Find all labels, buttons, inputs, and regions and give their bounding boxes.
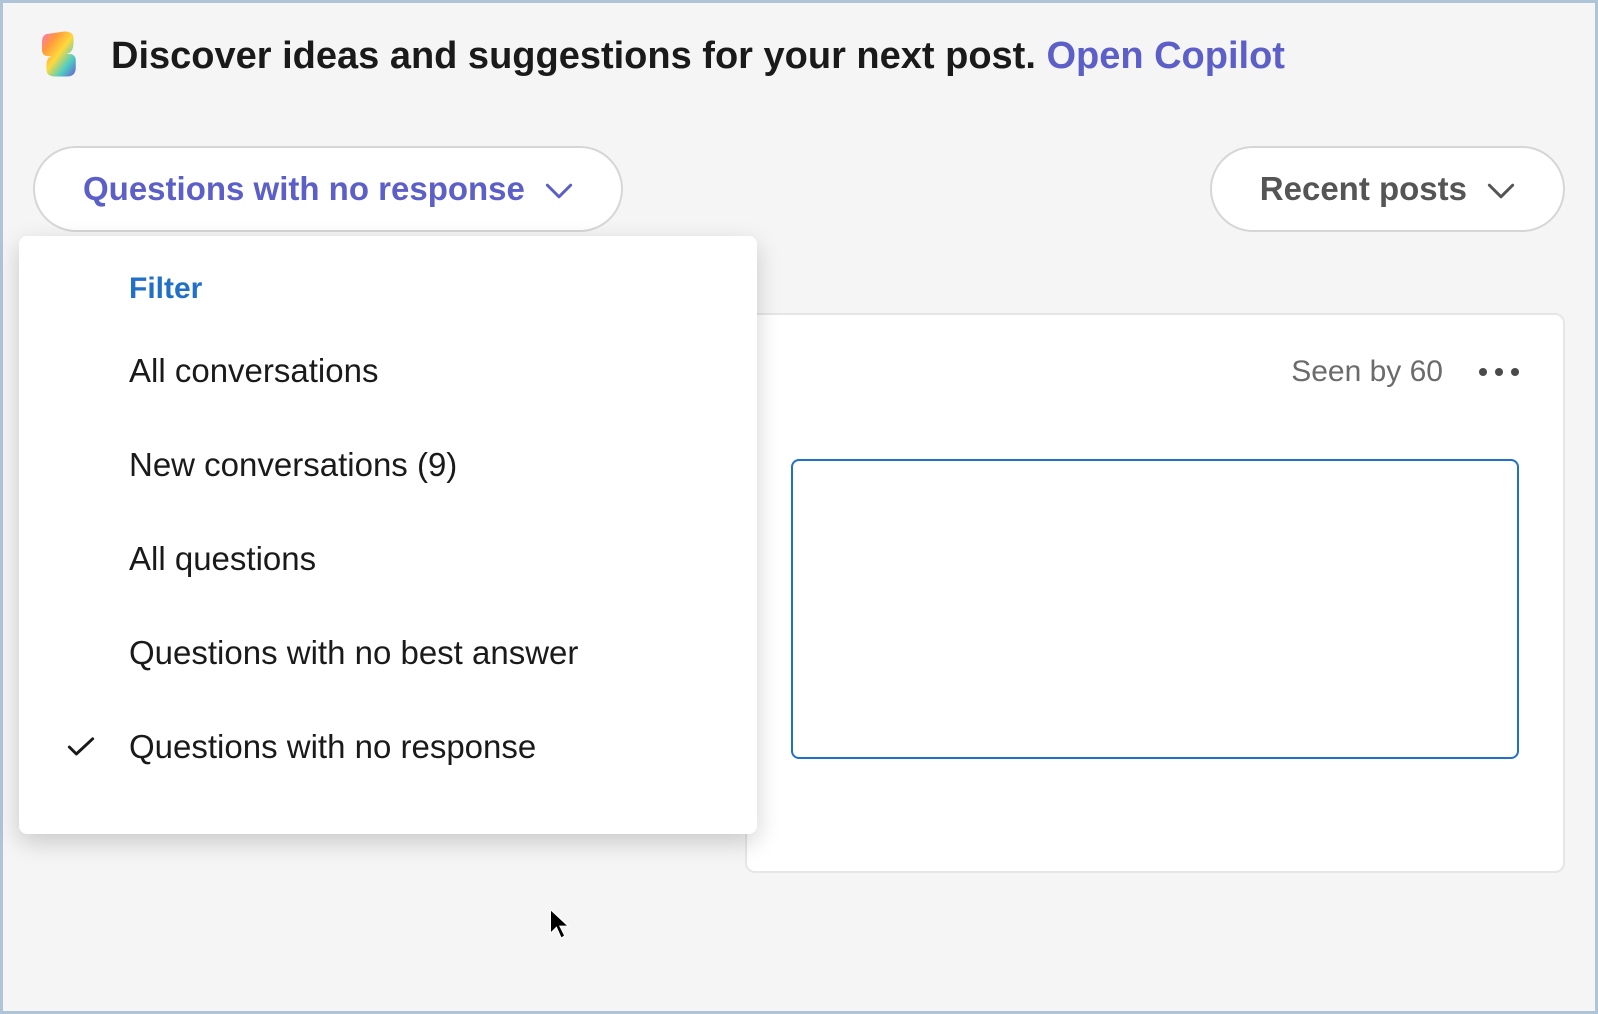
post-input-area[interactable] — [791, 459, 1519, 759]
dropdown-item-label: All questions — [129, 540, 709, 578]
filter-item-no-response[interactable]: Questions with no response — [19, 700, 757, 794]
copilot-icon — [33, 27, 87, 86]
dropdown-item-label: All conversations — [129, 352, 709, 390]
chevron-down-icon — [545, 170, 573, 208]
copilot-banner: Discover ideas and suggestions for your … — [33, 27, 1565, 86]
check-icon — [67, 736, 95, 758]
sort-pill-label: Recent posts — [1260, 170, 1467, 208]
dropdown-header: Filter — [19, 272, 757, 324]
check-slot — [67, 736, 129, 758]
filter-item-no-best-answer[interactable]: Questions with no best answer — [19, 606, 757, 700]
more-icon — [1479, 368, 1487, 376]
page-container: Discover ideas and suggestions for your … — [0, 0, 1598, 1014]
dropdown-item-label: Questions with no response — [129, 728, 709, 766]
filter-item-new-conversations[interactable]: New conversations (9) — [19, 418, 757, 512]
more-icon — [1511, 368, 1519, 376]
dropdown-item-label: New conversations (9) — [129, 446, 709, 484]
post-card: Seen by 60 — [745, 313, 1565, 873]
banner-text: Discover ideas and suggestions for your … — [111, 35, 1285, 78]
filter-pill-label: Questions with no response — [83, 170, 525, 208]
filter-pill[interactable]: Questions with no response — [33, 146, 623, 232]
filter-item-all-questions[interactable]: All questions — [19, 512, 757, 606]
dropdown-item-label: Questions with no best answer — [129, 634, 709, 672]
more-options-button[interactable] — [1479, 368, 1519, 376]
cursor-icon — [548, 907, 572, 939]
controls-row: Questions with no response Recent posts … — [33, 146, 1565, 232]
filter-dropdown-menu: Filter All conversations New conversatio… — [19, 236, 757, 834]
sort-pill[interactable]: Recent posts — [1210, 146, 1565, 232]
banner-message: Discover ideas and suggestions for your … — [111, 35, 1046, 77]
seen-by-text: Seen by 60 — [1291, 355, 1443, 389]
more-icon — [1495, 368, 1503, 376]
filter-item-all-conversations[interactable]: All conversations — [19, 324, 757, 418]
open-copilot-link[interactable]: Open Copilot — [1046, 35, 1285, 77]
chevron-down-icon — [1487, 170, 1515, 208]
post-header: Seen by 60 — [791, 355, 1519, 389]
